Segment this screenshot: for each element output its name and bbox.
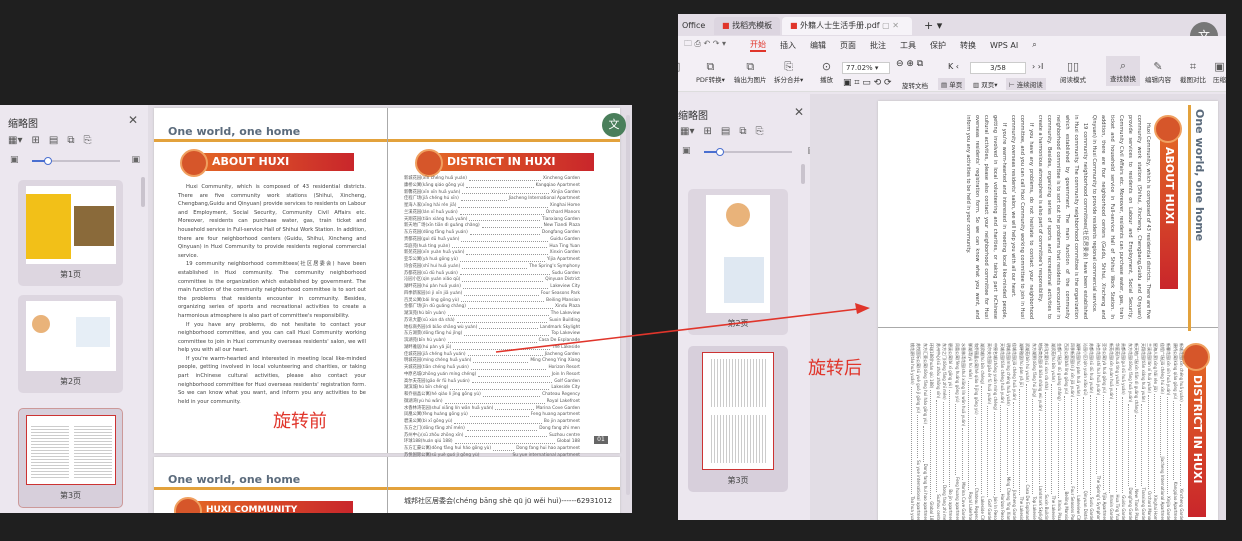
- arrow-line: [495, 308, 859, 353]
- after-label: 旋转后: [808, 358, 862, 379]
- arrow-head: [855, 303, 870, 314]
- arrow-annotation: [495, 303, 870, 353]
